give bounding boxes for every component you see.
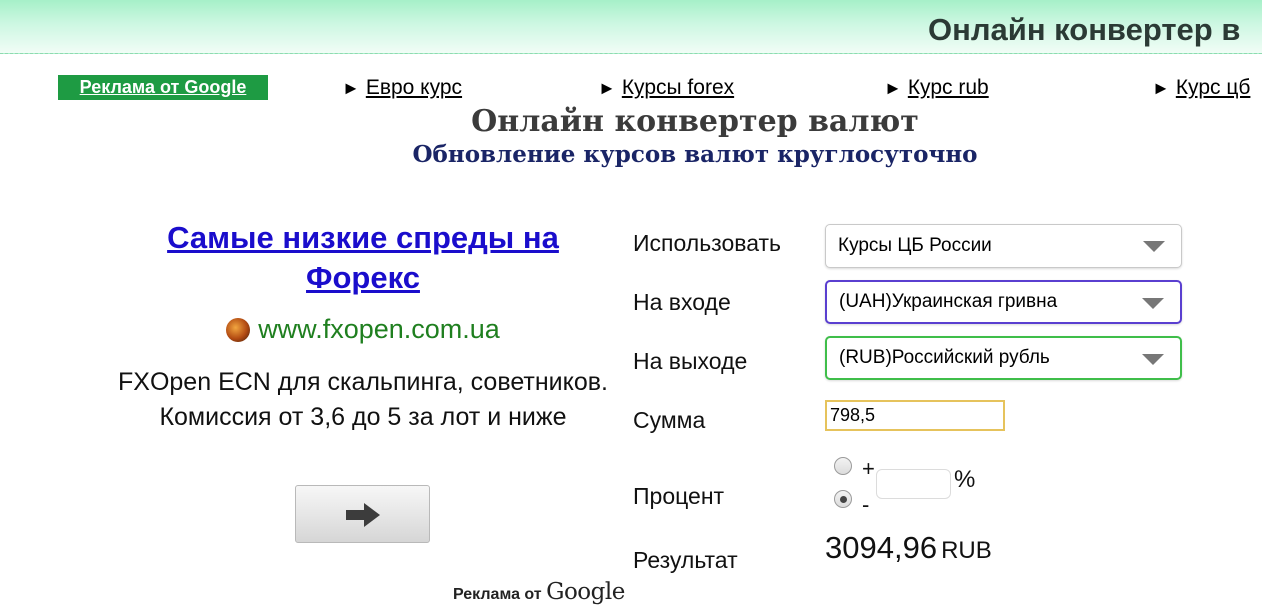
nav-link-rub[interactable]: ► Курс rub	[884, 76, 989, 100]
chevron-down-icon	[1142, 354, 1164, 365]
nav-link-label: Курс цб	[1175, 76, 1251, 99]
input-currency-select[interactable]: (UAH)Украинская гривна	[825, 280, 1182, 324]
percent-input[interactable]	[876, 469, 951, 499]
result-value: 3094,96 RUB	[825, 530, 992, 566]
rate-source-value: Курсы ЦБ России	[838, 235, 992, 256]
ad-description: FXOpen ECN для скальпинга, советников. К…	[118, 368, 608, 431]
page-title: Онлайн конвертер валют	[471, 104, 919, 139]
nav-link-forex[interactable]: ► Курсы forex	[598, 76, 734, 100]
ad-site-link[interactable]: www.fxopen.com.ua	[108, 314, 618, 345]
output-currency-select[interactable]: (RUB)Российский рубль	[825, 336, 1182, 380]
percent-minus-radio[interactable]	[834, 490, 852, 508]
output-currency-label: На выходе	[633, 348, 748, 374]
nav-link-euro[interactable]: ► Евро курс	[342, 76, 462, 100]
chevron-down-icon	[1143, 241, 1165, 252]
header-band: Онлайн конвертер в	[0, 0, 1262, 54]
ads-by-google-link[interactable]: Реклама от Google	[58, 75, 268, 100]
result-label: Результат	[633, 547, 738, 573]
rate-source-select[interactable]: Курсы ЦБ России	[825, 224, 1182, 268]
footer-ads-prefix: Реклама от	[453, 586, 542, 603]
ad-block: Самые низкие спреды на Форекс www.fxopen…	[108, 218, 618, 435]
ad-go-button[interactable]	[295, 485, 430, 543]
input-currency-label: На входе	[633, 289, 731, 315]
google-logo: Google	[546, 579, 625, 605]
percent-plus-sign: +	[862, 456, 875, 481]
input-currency-value: (UAH)Украинская гривна	[839, 291, 1058, 312]
percent-minus-sign: -	[862, 492, 870, 517]
nav-link-label: Курсы forex	[621, 76, 735, 99]
triangle-right-icon: ►	[342, 78, 360, 98]
output-currency-value: (RUB)Российский рубль	[839, 347, 1050, 368]
ad-headline-link[interactable]: Самые низкие спреды на Форекс	[108, 218, 618, 298]
percent-label: Процент	[633, 483, 725, 509]
result-amount: 3094,96	[825, 530, 938, 565]
footer-ads-by-google[interactable]: Реклама от Google	[453, 579, 625, 605]
nav-link-label: Курс rub	[907, 76, 989, 99]
page-subtitle: Обновление курсов валют круглосуточно	[412, 141, 978, 168]
triangle-right-icon: ►	[1152, 78, 1170, 98]
nav-link-label: Евро курс	[365, 76, 463, 99]
top-nav: Реклама от Google ► Евро курс ► Курсы fore…	[0, 75, 1262, 103]
triangle-right-icon: ►	[598, 78, 616, 98]
percent-plus-radio[interactable]	[834, 457, 852, 475]
arrow-right-icon	[346, 503, 380, 527]
result-currency: RUB	[941, 537, 992, 564]
ad-site-url: www.fxopen.com.ua	[258, 314, 500, 344]
page: Онлайн конвертер в Реклама от Google ► Ев…	[0, 0, 1262, 606]
amount-label: Сумма	[633, 407, 706, 433]
fxopen-favicon-icon	[226, 317, 251, 342]
triangle-right-icon: ►	[884, 78, 902, 98]
chevron-down-icon	[1142, 298, 1164, 309]
percent-sign: %	[954, 466, 976, 493]
nav-link-cb[interactable]: ► Курс цб	[1152, 76, 1250, 100]
use-label: Использовать	[633, 230, 782, 256]
header-title: Онлайн конвертер в	[928, 12, 1241, 47]
amount-input[interactable]	[825, 400, 1005, 431]
